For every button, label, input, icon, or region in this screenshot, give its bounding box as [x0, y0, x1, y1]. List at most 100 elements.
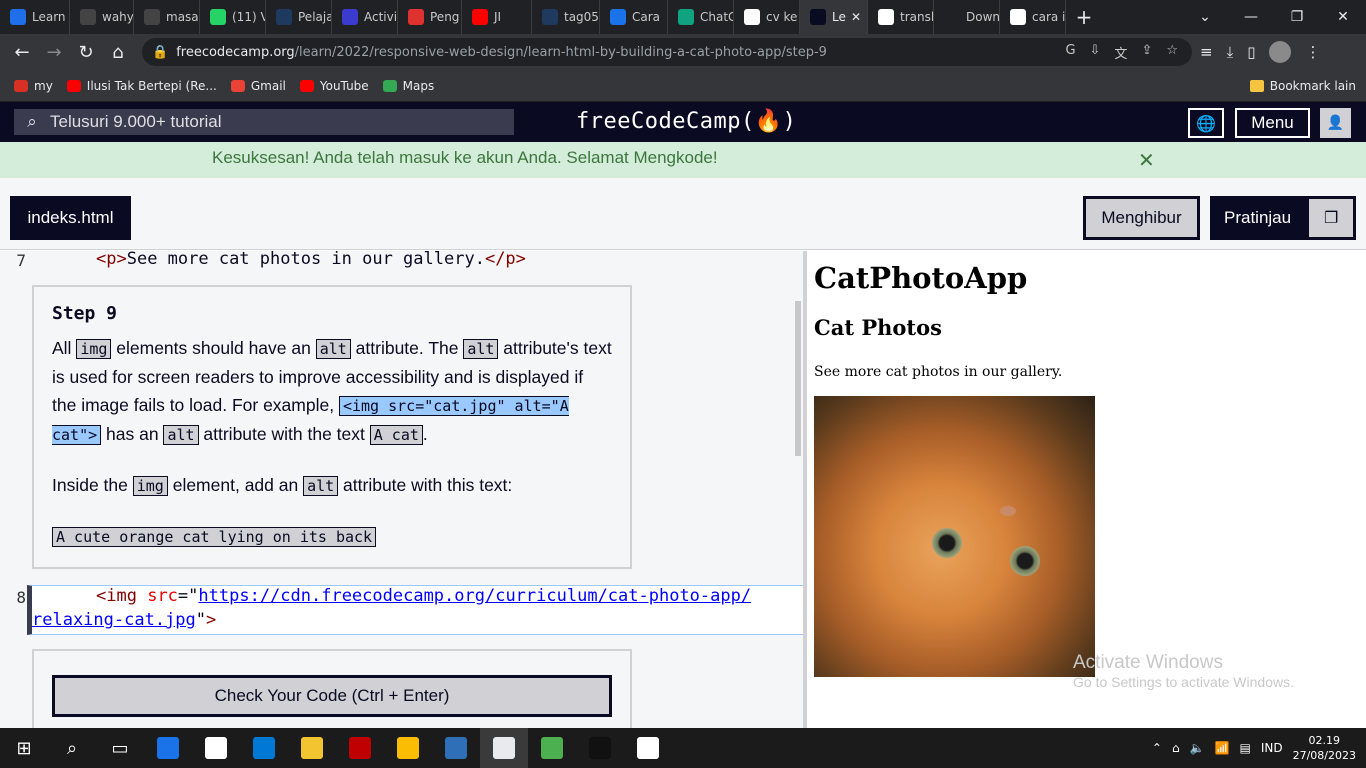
close-icon[interactable]: ✕ [1138, 148, 1155, 173]
browser-tab[interactable]: tag05 [532, 0, 600, 34]
search-icon[interactable]: ⌕ [48, 728, 96, 768]
step-paragraph-3: A cute orange cat lying on its back [52, 522, 612, 551]
store-icon[interactable] [192, 728, 240, 768]
tab-favicon-icon [80, 9, 96, 25]
search-icon-glyph: ⌕ [66, 737, 78, 759]
kebab-menu-icon[interactable]: ⋮ [1305, 43, 1320, 61]
reading-list-icon[interactable]: ≡ [1200, 43, 1213, 61]
language-globe-icon[interactable]: 🌐 [1188, 108, 1224, 138]
fcc-logo[interactable]: freeCodeCamp(🔥) [576, 109, 796, 134]
network-icon[interactable]: ⌂ [1172, 741, 1180, 755]
bookmark-item[interactable]: YouTube [299, 79, 369, 93]
vscode-icon[interactable] [240, 728, 288, 768]
bookmark-item[interactable]: Ilusi Tak Bertepi (Re... [66, 79, 217, 93]
console-button[interactable]: Menghibur [1083, 196, 1200, 240]
browser-tab[interactable]: wahy [70, 0, 134, 34]
clock[interactable]: 02.19 27/08/2023 [1293, 733, 1356, 763]
preview-button[interactable]: Pratinjau ❐ [1210, 196, 1356, 240]
edge-icon[interactable] [144, 728, 192, 768]
profile-avatar-icon[interactable] [1269, 41, 1292, 63]
bookmark-item[interactable]: Maps [382, 79, 434, 93]
fcc-search-bar[interactable]: ⌕ Telusuri 9.000+ tutorial [14, 109, 514, 135]
tab-search-icon[interactable]: ⌄ [1182, 9, 1228, 25]
google-lens-icon[interactable]: G [1065, 43, 1075, 62]
notepad-icon[interactable] [528, 728, 576, 768]
browser-tab[interactable]: masa [134, 0, 200, 34]
browser-tab[interactable]: Down [934, 0, 1000, 34]
browser-tab[interactable]: Activi [332, 0, 398, 34]
browser-tab[interactable]: transl [868, 0, 934, 34]
windows-activation-watermark: Activate Windows Go to Settings to activ… [1073, 652, 1294, 690]
code-line-7[interactable]: <p>See more cat photos in our gallery.</… [96, 251, 526, 269]
share-icon[interactable]: ⇪ [1141, 43, 1152, 62]
tab-close-icon[interactable]: ✕ [847, 10, 861, 24]
notification-icon[interactable]: ▤ [1239, 741, 1250, 755]
code-line-8b[interactable]: relaxing-cat.jpg"> [32, 610, 216, 630]
wifi-icon[interactable]: 📶 [1215, 741, 1230, 755]
start-icon[interactable]: ⊞ [0, 728, 48, 768]
install-icon[interactable]: ⇩ [1090, 43, 1101, 62]
windows-taskbar: ⊞ ⌕ ▭ ⌃ ⌂ 🔈 📶 ▤ IND 02.19 27/08/2023 [0, 728, 1366, 768]
reload-icon[interactable]: ↻ [70, 36, 102, 68]
chrome-icon[interactable] [384, 728, 432, 768]
translate-icon[interactable]: 文 [1114, 43, 1127, 62]
close-window-icon[interactable]: ✕ [1320, 9, 1366, 25]
code-line-8a[interactable]: <img src="https://cdn.freecodecamp.org/c… [96, 586, 751, 606]
popout-icon[interactable]: ❐ [1309, 199, 1353, 237]
task-view-icon[interactable]: ▭ [96, 728, 144, 768]
browser-tab[interactable]: Learn [0, 0, 70, 34]
input-language[interactable]: IND [1261, 741, 1283, 755]
check-code-button[interactable]: Check Your Code (Ctrl + Enter) [52, 675, 612, 717]
restore-icon[interactable]: ❐ [1274, 9, 1320, 25]
browser-tab[interactable]: Peng [398, 0, 462, 34]
photoshop-icon[interactable] [432, 728, 480, 768]
watermark-line-1: Activate Windows [1073, 652, 1223, 673]
volume-icon[interactable]: 🔈 [1190, 741, 1205, 755]
home-icon[interactable]: ⌂ [102, 36, 134, 68]
side-panel-icon[interactable]: ▯ [1247, 43, 1255, 61]
forward-icon[interactable]: → [38, 36, 70, 68]
bookmark-star-icon[interactable]: ☆ [1166, 43, 1178, 62]
minimize-icon[interactable]: — [1228, 9, 1274, 25]
browser-tab[interactable]: (11) V [200, 0, 266, 34]
step-description-box: Step 9 All img elements should have an a… [32, 285, 632, 569]
url-omnibox[interactable]: 🔒 freecodecamp.org/learn/2022/responsive… [142, 38, 1192, 66]
browser-tab[interactable]: Le ✕ [800, 0, 868, 34]
bookmark-item[interactable]: my [14, 79, 53, 93]
browser-tab[interactable]: cv ke [734, 0, 800, 34]
chrome-active-icon[interactable] [480, 728, 528, 768]
fcc-navbar: ⌕ Telusuri 9.000+ tutorial freeCodeCamp(… [0, 102, 1366, 142]
browser-tab[interactable]: JI [462, 0, 532, 34]
step-paragraph-1: All img elements should have an alt attr… [52, 338, 612, 445]
browser-tab[interactable]: ChatG [668, 0, 734, 34]
file-tab-index-html[interactable]: indeks.html [10, 196, 131, 240]
editor-scrollbar[interactable] [795, 301, 801, 456]
chevron-up-icon[interactable]: ⌃ [1152, 741, 1162, 755]
code-editor[interactable]: 7 <p>See more cat photos in our gallery.… [0, 251, 803, 728]
tab-favicon-icon [744, 9, 760, 25]
bookmark-favicon-icon [66, 79, 81, 92]
browser-tab[interactable]: cara i [1000, 0, 1066, 34]
preview-h1: CatPhotoApp [814, 261, 1028, 295]
menu-button[interactable]: Menu [1235, 108, 1310, 138]
user-avatar[interactable]: 👤 [1320, 108, 1351, 138]
back-icon[interactable]: ← [6, 36, 38, 68]
browser-tab[interactable]: Pelaja [266, 0, 332, 34]
browser-tab[interactable]: Cara [600, 0, 668, 34]
other-bookmarks[interactable]: Bookmark lain [1249, 79, 1356, 93]
bookmark-item[interactable]: Gmail [230, 79, 286, 93]
downloads-icon[interactable]: ⤓ [1227, 43, 1234, 61]
active-code-line[interactable]: <img src="https://cdn.freecodecamp.org/c… [27, 585, 803, 635]
browser-tab-strip: Learn wahy masa (11) V Pelaja Activi Peng JI tag… [0, 0, 1366, 34]
tab-favicon-icon [10, 9, 26, 25]
photos-icon[interactable] [624, 728, 672, 768]
tab-favicon-icon [610, 9, 626, 25]
success-flash-message: Kesuksesan! Anda telah masuk ke akun And… [0, 142, 1366, 178]
tab-favicon-icon [678, 9, 694, 25]
flash-icon[interactable] [336, 728, 384, 768]
bookmarks-bar: my Ilusi Tak Bertepi (Re... Gmail YouTube Ma… [0, 70, 1366, 102]
new-tab-button[interactable]: + [1066, 5, 1102, 29]
explorer-icon[interactable] [288, 728, 336, 768]
cat-eye-left [932, 528, 962, 558]
terminal-icon[interactable] [576, 728, 624, 768]
